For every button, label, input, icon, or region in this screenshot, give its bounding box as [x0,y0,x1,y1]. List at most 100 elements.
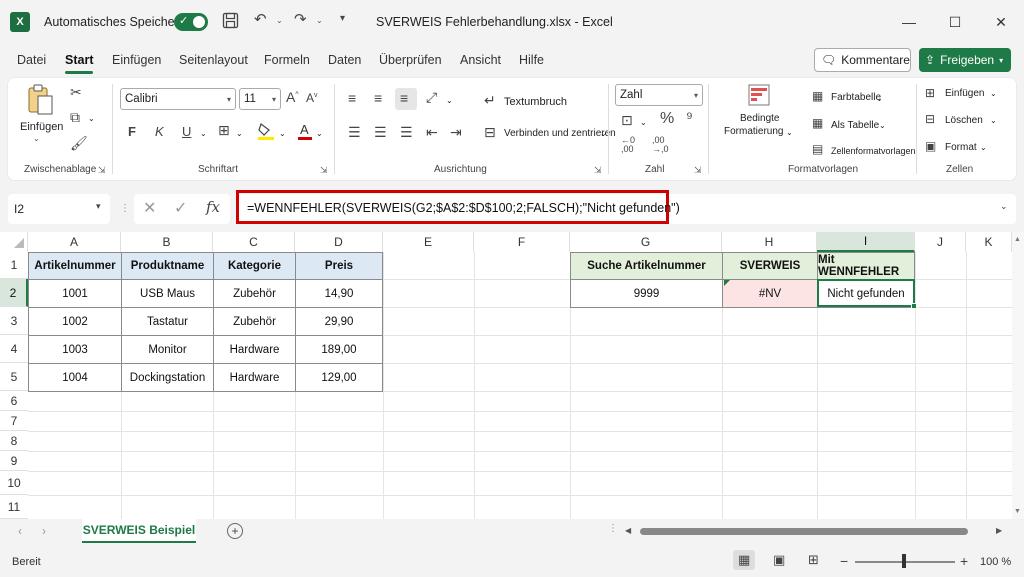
format-cells-icon[interactable]: ▣ [925,139,936,153]
bold-button[interactable]: F [128,124,136,139]
zoom-in-icon[interactable]: + [960,553,968,569]
page-break-view-icon[interactable]: ⊞ [808,552,819,568]
expand-formula-bar-icon[interactable]: ⌄ [1000,201,1008,212]
column-header[interactable]: D [295,232,383,252]
increase-font-icon[interactable]: A^ [286,89,299,105]
tab-splitter-icon[interactable]: ⋮ [608,523,618,534]
table-cell[interactable]: Monitor [121,335,214,364]
chevron-down-icon[interactable]: ⌄ [980,143,987,152]
save-icon[interactable] [222,12,239,33]
minimize-icon[interactable]: — [886,10,932,34]
column-header[interactable]: G [570,232,722,252]
font-launcher-icon[interactable]: ⇲ [320,165,328,176]
align-top-icon[interactable]: ≡ [348,90,356,106]
font-color-dropdown-icon[interactable]: ⌄ [316,129,323,138]
vertical-scrollbar[interactable] [1012,232,1024,519]
table-cell[interactable]: Tastatur [121,307,214,336]
table-cell[interactable]: Hardware [213,363,296,392]
table-cell[interactable]: 14,90 [295,279,383,308]
chevron-down-icon[interactable]: ⌄ [786,128,793,137]
tab-formeln[interactable]: Formeln [264,53,310,67]
share-button[interactable]: ⇪ Freigeben ▾ [919,48,1011,72]
row-header[interactable]: 6 [0,391,28,411]
increase-indent-icon[interactable]: ⇥ [450,124,462,141]
column-header[interactable]: E [383,232,474,252]
align-left-icon[interactable]: ☰ [348,124,361,141]
table-cell[interactable]: 189,00 [295,335,383,364]
fill-color-dropdown-icon[interactable]: ⌄ [279,129,286,138]
delete-cells-icon[interactable]: ⊟ [925,112,935,126]
merge-center-button[interactable]: Verbinden und zentrieren [504,128,616,139]
comments-button[interactable]: 🗨 Kommentare [814,48,911,72]
name-box[interactable]: I2 [8,194,110,224]
zoom-level[interactable]: 100 % [980,556,1011,568]
table-cell[interactable]: USB Maus [121,279,214,308]
row-header[interactable]: 11 [0,495,28,519]
paste-button[interactable]: Einfügen [20,121,63,133]
insert-cells-icon[interactable]: ⊞ [925,86,935,100]
tab-einfuegen[interactable]: Einfügen [112,53,161,67]
font-name-combo[interactable]: Calibri ▾ [120,88,236,110]
insert-function-icon[interactable]: fx [206,198,220,216]
tab-seitenlayout[interactable]: Seitenlayout [179,53,248,67]
paste-dropdown-icon[interactable]: ⌄ [33,134,40,143]
scroll-up-icon[interactable]: ▲ [1014,236,1021,243]
table-cell[interactable]: Hardware [213,335,296,364]
zoom-slider-thumb[interactable] [902,554,906,568]
orientation-dropdown-icon[interactable]: ⌄ [446,96,453,105]
table-cell[interactable]: 1004 [28,363,122,392]
customize-toolbar-icon[interactable]: ▾ [340,13,345,24]
tab-start[interactable]: Start [65,53,93,67]
row-header[interactable]: 9 [0,451,28,471]
fill-color-icon[interactable] [257,121,275,144]
close-icon[interactable]: ✕ [978,10,1024,34]
lookup-header-cell[interactable]: SVERWEIS [722,252,818,280]
chevron-down-icon[interactable]: ⌄ [990,116,997,125]
undo-dropdown-icon[interactable]: ⌄ [276,16,283,25]
tab-hilfe[interactable]: Hilfe [519,53,544,67]
column-header[interactable]: F [474,232,570,252]
cell-color-table-button[interactable]: Farbtabelle [831,92,881,103]
table-header-cell[interactable]: Produktname [121,252,214,280]
table-header-cell[interactable]: Preis [295,252,383,280]
confirm-entry-icon[interactable]: ✓ [174,198,187,218]
insert-cells-button[interactable]: Einfügen [945,88,984,99]
merge-dropdown-icon[interactable]: ⌄ [600,129,607,138]
wrap-text-icon[interactable]: ↵ [484,92,496,109]
table-cell[interactable]: 1003 [28,335,122,364]
lookup-header-cell[interactable]: Mit WENNFEHLER [817,252,915,280]
align-right-icon[interactable]: ☰ [400,124,413,141]
chevron-down-icon[interactable]: ⌄ [879,121,886,130]
delete-cells-button[interactable]: Löschen [945,115,983,126]
format-painter-icon[interactable]: 🖌 [70,135,88,152]
maximize-icon[interactable]: ☐ [932,10,978,34]
underline-dropdown-icon[interactable]: ⌄ [200,129,207,138]
column-header[interactable]: K [966,232,1012,252]
accounting-format-icon[interactable]: ⊡ [621,112,633,129]
underline-button[interactable]: U [182,124,191,139]
align-middle-icon[interactable]: ≡ [374,90,382,106]
row-header-selected[interactable]: 2 [0,279,28,307]
row-header[interactable]: 7 [0,411,28,431]
page-layout-view-icon[interactable]: ▣ [773,552,785,568]
alignment-launcher-icon[interactable]: ⇲ [594,165,602,176]
column-header[interactable]: B [121,232,213,252]
number-format-combo[interactable]: Zahl ▾ [615,84,703,106]
row-header[interactable]: 5 [0,363,28,391]
undo-icon[interactable]: ↶ [254,10,267,28]
cut-icon[interactable]: ✂ [70,84,82,101]
table-cell[interactable]: 129,00 [295,363,383,392]
sheet-tab-active[interactable]: SVERWEIS Beispiel [82,519,196,543]
column-header[interactable]: C [213,232,295,252]
font-size-combo[interactable]: 11 ▾ [239,88,281,110]
percent-icon[interactable]: % [660,110,674,128]
borders-icon[interactable]: ⊞ [218,122,230,139]
row-header[interactable]: 1 [0,252,28,279]
chevron-down-icon[interactable]: ⌄ [876,94,883,103]
column-header[interactable]: J [915,232,966,252]
add-sheet-icon[interactable]: + [227,523,243,539]
lookup-header-cell[interactable]: Suche Artikelnummer [570,252,723,280]
italic-button[interactable]: K [155,124,164,139]
redo-icon[interactable]: ↷ [294,10,307,28]
chevron-down-icon[interactable]: ⌄ [990,89,997,98]
